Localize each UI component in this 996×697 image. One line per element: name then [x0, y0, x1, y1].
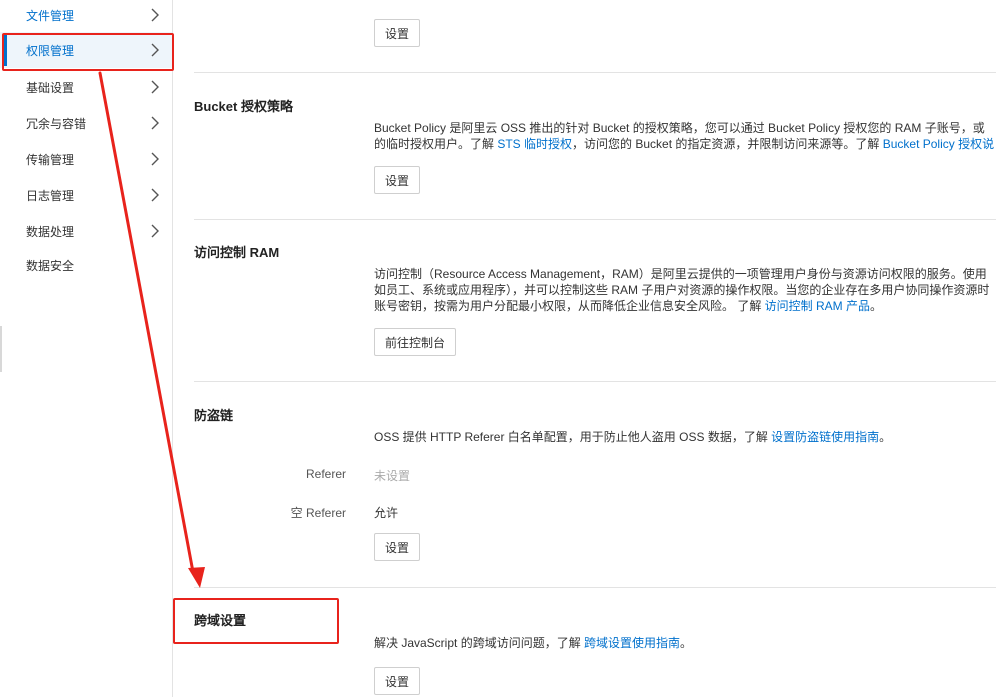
- hotlink-desc: OSS 提供 HTTP Referer 白名单配置，用于防止他人盗用 OSS 数…: [374, 429, 891, 445]
- referer-value: 未设置: [374, 469, 411, 483]
- empty-referer-label: 空 Referer: [290, 506, 346, 520]
- ram-desc-line2: 如员工、系统或应用程序），并可以控制这些 RAM 子用户对资源的操作权限。当您的…: [374, 283, 990, 297]
- go-to-console-button[interactable]: 前往控制台: [374, 328, 457, 356]
- sts-temp-auth-link[interactable]: STS 临时授权: [497, 137, 572, 151]
- bucket-policy-desc-line1: Bucket Policy 是阿里云 OSS 推出的针对 Bucket 的授权策…: [374, 121, 985, 135]
- chevron-right-icon: [151, 224, 159, 238]
- text-span: OSS 提供 HTTP Referer 白名单配置，用于防止他人盗用 OSS 数…: [374, 430, 772, 444]
- text-span: 账号密钥，按需为用户分配最小权限，从而降低企业信息安全风险。 了解: [374, 299, 765, 313]
- section-divider: [194, 72, 996, 73]
- chevron-right-icon: [151, 188, 159, 202]
- sidebar-scroll-marker: [0, 326, 2, 372]
- ram-desc-line1: 访问控制（Resource Access Management，RAM）是阿里云…: [374, 267, 987, 281]
- ram-desc-line3: 账号密钥，按需为用户分配最小权限，从而降低企业信息安全风险。 了解 访问控制 R…: [374, 298, 882, 314]
- text-span: 。: [879, 430, 892, 444]
- section-divider: [194, 219, 996, 220]
- sidebar-item-data-security[interactable]: 数据安全: [0, 247, 172, 283]
- ram-product-link[interactable]: 访问控制 RAM 产品: [765, 299, 870, 313]
- chevron-right-icon: [151, 116, 159, 130]
- text-span: ，访问您的 Bucket 的指定资源，并限制访问来源等。了解: [572, 137, 883, 151]
- sidebar-item-label: 日志管理: [26, 188, 75, 203]
- top-settings-button[interactable]: 设置: [374, 19, 421, 47]
- sidebar-item-basic-settings[interactable]: 基础设置: [0, 69, 172, 105]
- cors-title: 跨域设置: [194, 613, 247, 628]
- sidebar-item-redundancy[interactable]: 冗余与容错: [0, 105, 172, 141]
- chevron-right-icon: [151, 80, 159, 94]
- section-divider: [194, 381, 996, 382]
- sidebar-item-label: 传输管理: [26, 152, 75, 167]
- referer-label: Referer: [305, 467, 346, 481]
- bucket-policy-desc-line2: 的临时授权用户。了解 STS 临时授权，访问您的 Bucket 的指定资源，并限…: [374, 136, 994, 152]
- sidebar-item-data-processing[interactable]: 数据处理: [0, 213, 172, 249]
- sidebar-item-permission-management[interactable]: 权限管理: [0, 32, 172, 68]
- text-span: 。: [680, 636, 693, 650]
- cors-settings-button[interactable]: 设置: [374, 667, 421, 695]
- sidebar-item-label: 数据处理: [26, 224, 75, 239]
- text-span: 。: [870, 299, 883, 313]
- bucket-policy-settings-button[interactable]: 设置: [374, 166, 421, 194]
- text-span: 解决 JavaScript 的跨域访问问题，了解: [374, 636, 585, 650]
- sidebar-item-label: 冗余与容错: [26, 116, 87, 131]
- cors-guide-link[interactable]: 跨域设置使用指南: [584, 636, 680, 650]
- empty-referer-value: 允许: [374, 506, 399, 520]
- hotlink-settings-button[interactable]: 设置: [374, 533, 421, 561]
- chevron-right-icon: [151, 43, 159, 57]
- sidebar-item-transfer[interactable]: 传输管理: [0, 141, 172, 177]
- sidebar-item-label: 基础设置: [26, 80, 75, 95]
- sidebar-item-file-management[interactable]: 文件管理: [0, 0, 172, 33]
- chevron-right-icon: [151, 8, 159, 22]
- hotlink-guide-link[interactable]: 设置防盗链使用指南: [771, 430, 879, 444]
- ram-title: 访问控制 RAM: [194, 245, 280, 260]
- sidebar-nav: 文件管理 权限管理 基础设置 冗余与容错 传输管理 日志管理 数据处理 数据安全: [0, 0, 173, 697]
- chevron-right-icon: [151, 152, 159, 166]
- cors-desc: 解决 JavaScript 的跨域访问问题，了解 跨域设置使用指南。: [374, 635, 692, 651]
- sidebar-item-label: 数据安全: [26, 258, 75, 273]
- section-divider: [194, 587, 996, 588]
- sidebar-item-label: 权限管理: [26, 43, 75, 58]
- hotlink-protection-title: 防盗链: [194, 408, 234, 423]
- text-span: 的临时授权用户。了解: [374, 137, 498, 151]
- sidebar-item-label: 文件管理: [26, 8, 75, 23]
- bucket-policy-title: Bucket 授权策略: [194, 99, 293, 114]
- bucket-policy-guide-link[interactable]: Bucket Policy 授权说: [883, 137, 994, 151]
- sidebar-item-logs[interactable]: 日志管理: [0, 177, 172, 213]
